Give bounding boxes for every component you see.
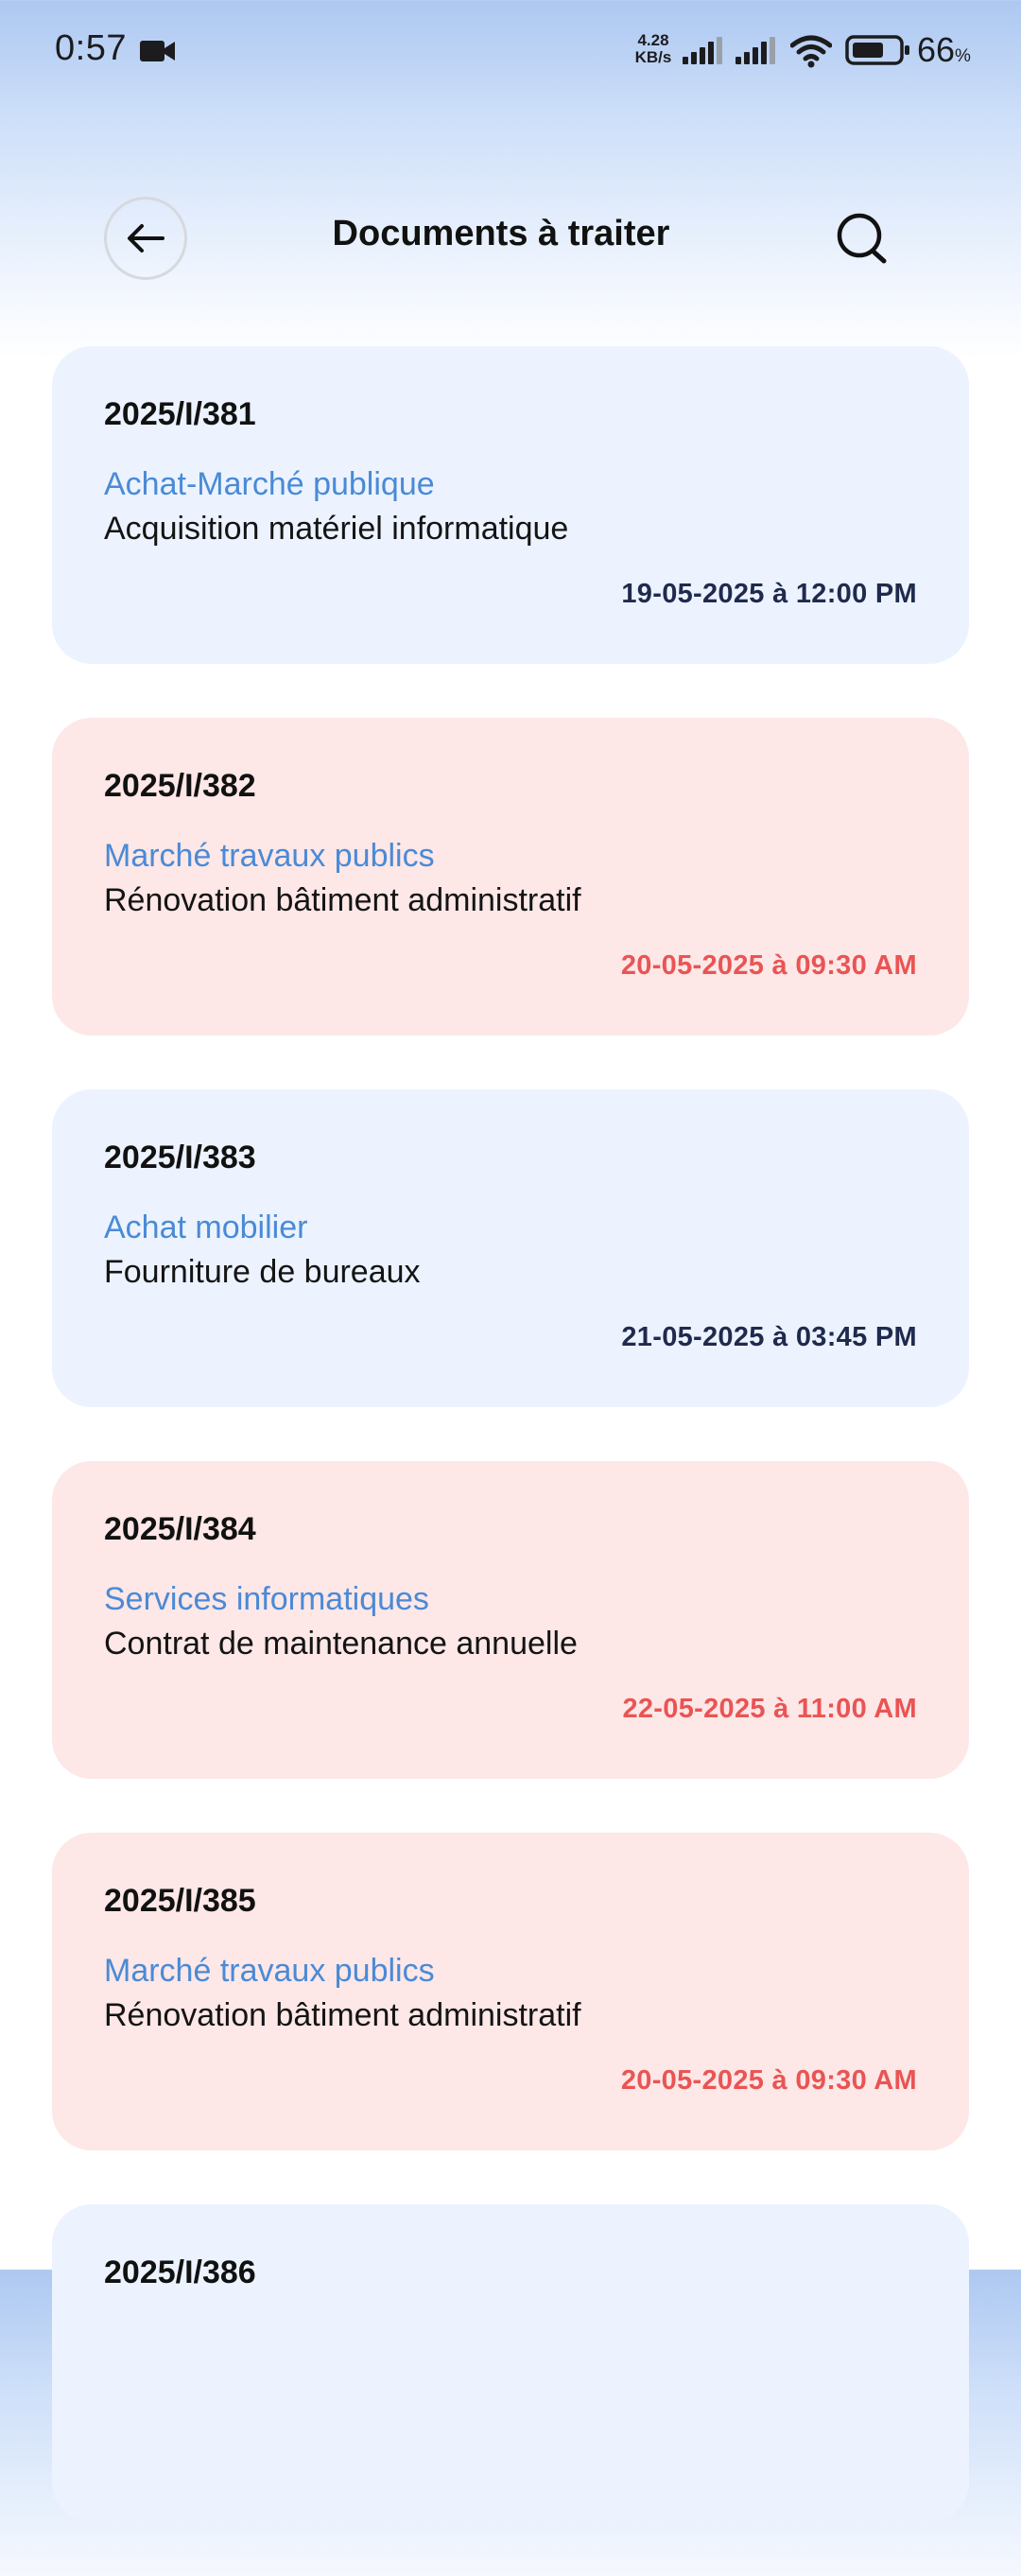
search-button[interactable] — [832, 208, 894, 270]
document-card[interactable]: 2025/I/385 Marché travaux publics Rénova… — [52, 1833, 969, 2150]
document-reference: 2025/I/383 — [104, 1140, 256, 1175]
battery-percent: 66% — [917, 30, 971, 70]
document-reference: 2025/I/386 — [104, 2254, 256, 2290]
network-speed-value: 4.28 — [637, 31, 669, 49]
document-date: 21-05-2025 à 03:45 PM — [621, 1322, 917, 1352]
document-card[interactable]: 2025/I/384 Services informatiques Contra… — [52, 1461, 969, 1779]
document-reference: 2025/I/381 — [104, 396, 256, 432]
document-reference: 2025/I/385 — [104, 1883, 256, 1919]
arrow-left-icon — [128, 224, 164, 252]
network-speed-unit: KB/s — [634, 48, 672, 66]
document-category: Marché travaux publics — [104, 838, 435, 874]
document-category: Achat-Marché publique — [104, 466, 435, 502]
document-subject — [104, 2368, 917, 2406]
status-time: 0:57 — [55, 28, 127, 68]
video-camera-icon — [140, 41, 175, 61]
document-date: 22-05-2025 à 11:00 AM — [622, 1694, 917, 1724]
document-category: Services informatiques — [104, 1581, 429, 1617]
search-icon — [837, 213, 887, 264]
battery-percent-value: 66 — [917, 30, 956, 69]
document-date: 20-05-2025 à 09:30 AM — [620, 2065, 917, 2096]
signal-icon — [735, 37, 775, 64]
battery-percent-sign: % — [955, 46, 971, 66]
document-category — [104, 2324, 917, 2361]
document-card[interactable]: 2025/I/386 — [52, 2204, 969, 2522]
document-card[interactable]: 2025/I/382 Marché travaux publics Rénova… — [52, 718, 969, 1036]
document-list: 2025/I/381 Achat-Marché publique Acquisi… — [52, 346, 969, 2576]
document-date: 19-05-2025 à 12:00 PM — [621, 579, 917, 609]
document-subject: Rénovation bâtiment administratif — [104, 882, 581, 918]
document-subject: Contrat de maintenance annuelle — [104, 1626, 578, 1662]
document-subject: Rénovation bâtiment administratif — [104, 1997, 581, 2033]
document-card[interactable]: 2025/I/383 Achat mobilier Fourniture de … — [52, 1089, 969, 1407]
document-date: 20-05-2025 à 09:30 AM — [620, 950, 917, 981]
document-reference: 2025/I/382 — [104, 768, 256, 804]
document-subject: Fourniture de bureaux — [104, 1254, 421, 1290]
document-card[interactable]: 2025/I/381 Achat-Marché publique Acquisi… — [52, 346, 969, 664]
document-category: Achat mobilier — [104, 1210, 308, 1245]
signal-icon — [683, 37, 722, 64]
page-title: Documents à traiter — [332, 214, 670, 253]
network-speed: 4.28 KB/s — [632, 32, 675, 66]
document-reference: 2025/I/384 — [104, 1511, 256, 1547]
battery-icon — [845, 35, 909, 65]
status-bar: 0:57 4.28 KB/s 66% — [0, 0, 1021, 104]
back-button[interactable] — [104, 197, 187, 280]
wifi-icon — [790, 35, 832, 68]
document-category: Marché travaux publics — [104, 1953, 435, 1989]
document-subject: Acquisition matériel informatique — [104, 511, 569, 547]
